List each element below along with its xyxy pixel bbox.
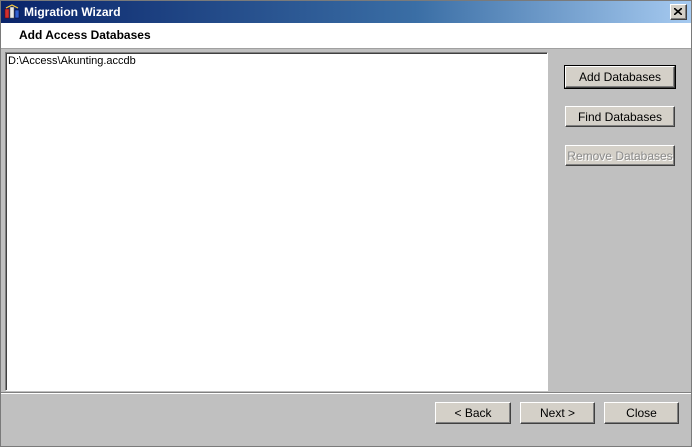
list-item[interactable]: D:\Access\Akunting.accdb bbox=[8, 55, 136, 67]
migration-wizard-window: Migration Wizard Add Access Databases D:… bbox=[0, 0, 692, 447]
find-databases-button[interactable]: Find Databases bbox=[565, 106, 675, 127]
add-databases-button[interactable]: Add Databases bbox=[564, 65, 676, 89]
close-icon bbox=[674, 8, 682, 15]
window-title: Migration Wizard bbox=[24, 5, 121, 19]
window-close-button[interactable] bbox=[670, 4, 687, 20]
close-button[interactable]: Close bbox=[604, 402, 679, 424]
footer-divider bbox=[1, 392, 691, 394]
wizard-header: Add Access Databases bbox=[1, 23, 691, 49]
database-listbox[interactable]: D:\Access\Akunting.accdb bbox=[5, 52, 548, 391]
next-button[interactable]: Next > bbox=[520, 402, 595, 424]
title-bar[interactable]: Migration Wizard bbox=[1, 1, 691, 23]
back-button[interactable]: < Back bbox=[435, 402, 511, 424]
page-title: Add Access Databases bbox=[19, 28, 151, 42]
remove-databases-button[interactable]: Remove Databases bbox=[565, 145, 675, 166]
migration-wizard-icon bbox=[4, 4, 20, 20]
